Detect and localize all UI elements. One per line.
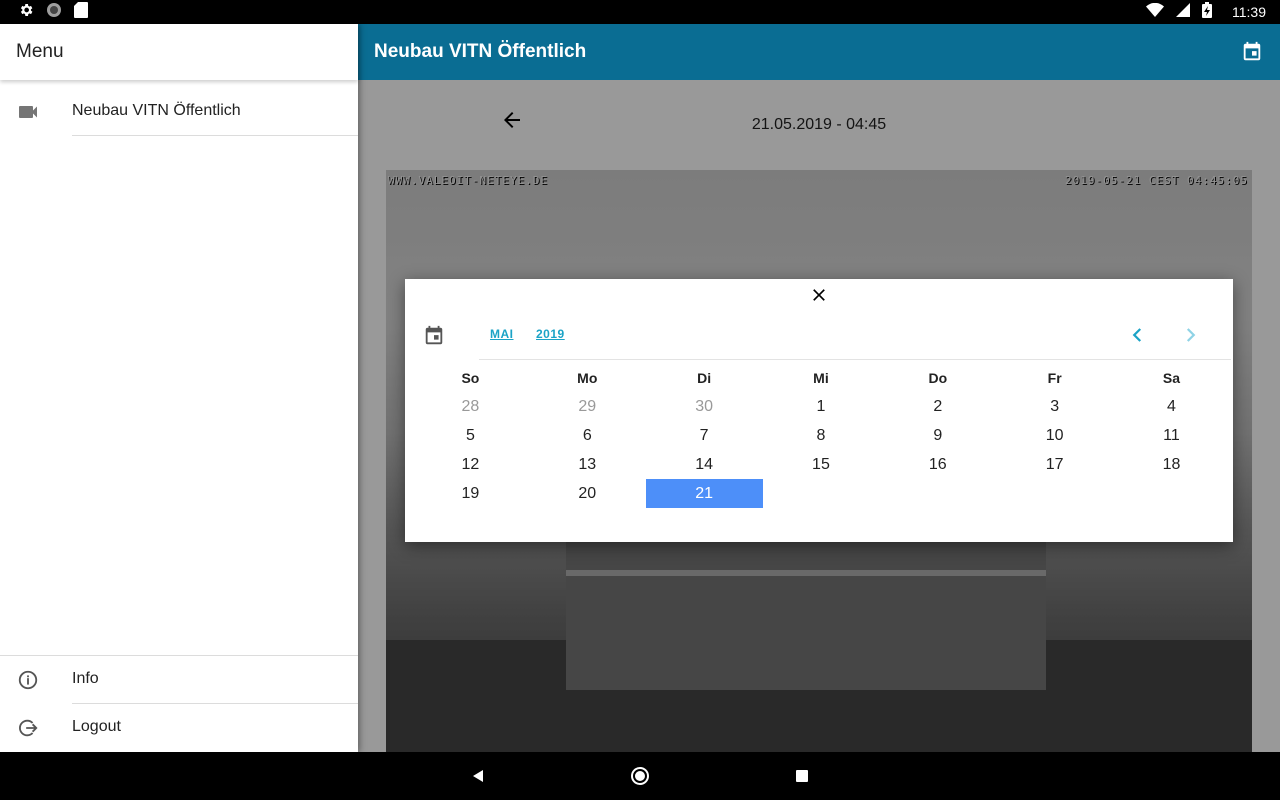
wifi-icon: [1146, 2, 1164, 22]
calendar-day[interactable]: 4: [1113, 392, 1230, 421]
circle-notification-icon: [46, 2, 62, 23]
app-title: Neubau VITN Öffentlich: [374, 41, 587, 62]
video-camera-icon: [16, 100, 40, 124]
calendar-day[interactable]: 13: [529, 450, 646, 479]
close-icon: [813, 289, 825, 301]
drawer-item-logout[interactable]: Logout: [0, 704, 358, 752]
year-selector[interactable]: 2019: [536, 327, 565, 341]
calendar-day[interactable]: 17: [996, 450, 1113, 479]
app-bar: Neubau VITN Öffentlich: [358, 24, 1280, 80]
status-time: 11:39: [1232, 4, 1266, 20]
calendar-day[interactable]: 18: [1113, 450, 1230, 479]
calendar-day[interactable]: 6: [529, 421, 646, 450]
weekday-header: Do: [928, 369, 948, 386]
drawer-item-info[interactable]: Info: [0, 656, 358, 704]
calendar-day-selected[interactable]: 21: [645, 479, 763, 508]
calendar-day[interactable]: 10: [996, 421, 1113, 450]
settings-icon: [18, 2, 34, 23]
calendar-day[interactable]: 14: [646, 450, 763, 479]
drawer-header: Menu: [0, 24, 358, 80]
weekday-header: Fr: [1047, 369, 1062, 386]
main-area: Neubau VITN Öffentlich 21.05.2019 - 04:4…: [358, 24, 1280, 752]
calendar-day[interactable]: 28: [412, 392, 529, 421]
nav-recents-button[interactable]: [792, 766, 812, 786]
calendar-button[interactable]: [1240, 40, 1264, 64]
calendar-day[interactable]: 7: [646, 421, 763, 450]
month-selector[interactable]: MAI: [490, 327, 514, 341]
calendar-day[interactable]: 9: [879, 421, 996, 450]
calendar-day[interactable]: 15: [763, 450, 880, 479]
system-navigation-bar: [0, 752, 1280, 800]
calendar-icon: [423, 325, 445, 347]
calendar-day[interactable]: 29: [529, 392, 646, 421]
calendar-day[interactable]: 8: [763, 421, 880, 450]
drawer-item-label: Neubau VITN Öffentlich: [72, 102, 241, 119]
calendar-day[interactable]: 11: [1113, 421, 1230, 450]
drawer-item-label: Info: [72, 670, 99, 687]
calendar-day[interactable]: 2: [879, 392, 996, 421]
nav-home-button[interactable]: [630, 766, 650, 786]
drawer-divider: [72, 135, 358, 136]
weekday-header: Mo: [577, 369, 598, 386]
info-icon: [16, 668, 40, 692]
calendar-day[interactable]: 12: [412, 450, 529, 479]
status-bar: 11:39: [0, 0, 1280, 24]
close-button[interactable]: [807, 283, 831, 307]
weekday-header: Sa: [1162, 369, 1181, 386]
weekday-header: So: [461, 369, 480, 386]
drawer-title: Menu: [16, 41, 64, 62]
weekday-header: Di: [697, 369, 712, 386]
calendar-day[interactable]: 19: [412, 479, 529, 508]
previous-month-button[interactable]: [1126, 323, 1150, 347]
calendar-day[interactable]: 20: [529, 479, 646, 508]
circle-home-icon: [631, 767, 649, 785]
calendar-icon: [1243, 41, 1261, 61]
calendar-day[interactable]: 30: [646, 392, 763, 421]
date-picker-divider: [479, 359, 1231, 360]
calendar-grid: So Mo Di Mi Do Fr Sa 28 29 30 1 2 3 4 5 6 7 8 9 10 11 12 13 14 1…: [412, 363, 1230, 508]
weekday-header: Mi: [813, 369, 829, 386]
square-recents-icon: [796, 770, 808, 782]
calendar-day[interactable]: 5: [412, 421, 529, 450]
navigation-drawer: Menu Neubau VITN Öffentlich Info Logout: [0, 24, 358, 752]
calendar-day[interactable]: 1: [763, 392, 880, 421]
chevron-right-icon: [1186, 328, 1196, 342]
sd-card-icon: [74, 1, 88, 23]
calendar-day[interactable]: 16: [879, 450, 996, 479]
logout-icon: [16, 716, 40, 740]
battery-charging-icon: [1202, 1, 1212, 23]
calendar-day[interactable]: 3: [996, 392, 1113, 421]
drawer-item-camera[interactable]: Neubau VITN Öffentlich: [0, 88, 358, 136]
chevron-left-icon: [1132, 328, 1142, 342]
cell-signal-icon: [1176, 2, 1190, 22]
triangle-back-icon: [473, 770, 483, 782]
nav-back-button[interactable]: [468, 766, 488, 786]
date-picker-dialog: MAI 2019 So Mo Di Mi Do Fr Sa 28 29 30 1 2 3 4 5 6 7 8 9 10…: [405, 279, 1233, 542]
next-month-button[interactable]: [1178, 323, 1202, 347]
drawer-item-label: Logout: [72, 718, 121, 735]
